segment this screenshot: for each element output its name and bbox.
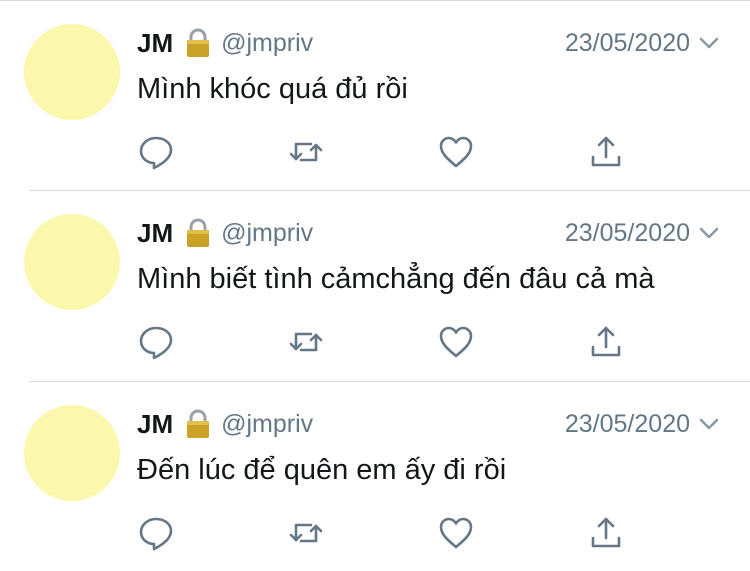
author-name[interactable]: JM bbox=[137, 409, 173, 440]
retweet-icon[interactable] bbox=[287, 133, 325, 171]
chevron-down-icon[interactable] bbox=[698, 413, 720, 435]
tweet[interactable]: JM @jmpriv 23/05/2020 Mình biết tình cảm… bbox=[0, 190, 750, 380]
tweet[interactable]: JM @jmpriv 23/05/2020 Đến lúc để quên em… bbox=[0, 381, 750, 571]
tweet[interactable]: JM @jmpriv 23/05/2020 Mình khóc quá đủ r… bbox=[0, 0, 750, 190]
reply-icon[interactable] bbox=[137, 323, 175, 361]
tweet-date[interactable]: 23/05/2020 bbox=[565, 29, 690, 58]
tweet-header: JM @jmpriv 23/05/2020 bbox=[137, 407, 720, 441]
author-handle[interactable]: @jmpriv bbox=[221, 410, 313, 439]
share-icon[interactable] bbox=[587, 133, 625, 171]
share-icon[interactable] bbox=[587, 323, 625, 361]
retweet-icon[interactable] bbox=[287, 323, 325, 361]
tweet-header: JM @jmpriv 23/05/2020 bbox=[137, 26, 720, 60]
timeline: JM @jmpriv 23/05/2020 Mình khóc quá đủ r… bbox=[0, 0, 750, 570]
retweet-icon[interactable] bbox=[287, 514, 325, 552]
author-handle[interactable]: @jmpriv bbox=[221, 219, 313, 248]
lock-icon bbox=[185, 409, 211, 439]
avatar[interactable] bbox=[24, 405, 120, 501]
heart-icon[interactable] bbox=[437, 323, 475, 361]
tweet-date[interactable]: 23/05/2020 bbox=[565, 219, 690, 248]
divider bbox=[30, 381, 750, 382]
tweet-header: JM @jmpriv 23/05/2020 bbox=[137, 216, 720, 250]
tweet-date[interactable]: 23/05/2020 bbox=[565, 410, 690, 439]
tweet-text: Mình khóc quá đủ rồi bbox=[137, 73, 408, 105]
tweet-actions bbox=[137, 133, 637, 171]
chevron-down-icon[interactable] bbox=[698, 32, 720, 54]
divider bbox=[30, 190, 750, 191]
author-name[interactable]: JM bbox=[137, 28, 173, 59]
tweet-actions bbox=[137, 323, 637, 361]
author-name[interactable]: JM bbox=[137, 218, 173, 249]
avatar[interactable] bbox=[24, 24, 120, 120]
divider bbox=[0, 0, 750, 1]
tweet-actions bbox=[137, 514, 637, 552]
share-icon[interactable] bbox=[587, 514, 625, 552]
reply-icon[interactable] bbox=[137, 514, 175, 552]
lock-icon bbox=[185, 218, 211, 248]
reply-icon[interactable] bbox=[137, 133, 175, 171]
author-handle[interactable]: @jmpriv bbox=[221, 29, 313, 58]
lock-icon bbox=[185, 28, 211, 58]
chevron-down-icon[interactable] bbox=[698, 222, 720, 244]
tweet-text: Đến lúc để quên em ấy đi rồi bbox=[137, 454, 507, 486]
avatar[interactable] bbox=[24, 214, 120, 310]
heart-icon[interactable] bbox=[437, 133, 475, 171]
tweet-text: Mình biết tình cảmchẳng đến đâu cả mà bbox=[137, 263, 655, 295]
heart-icon[interactable] bbox=[437, 514, 475, 552]
